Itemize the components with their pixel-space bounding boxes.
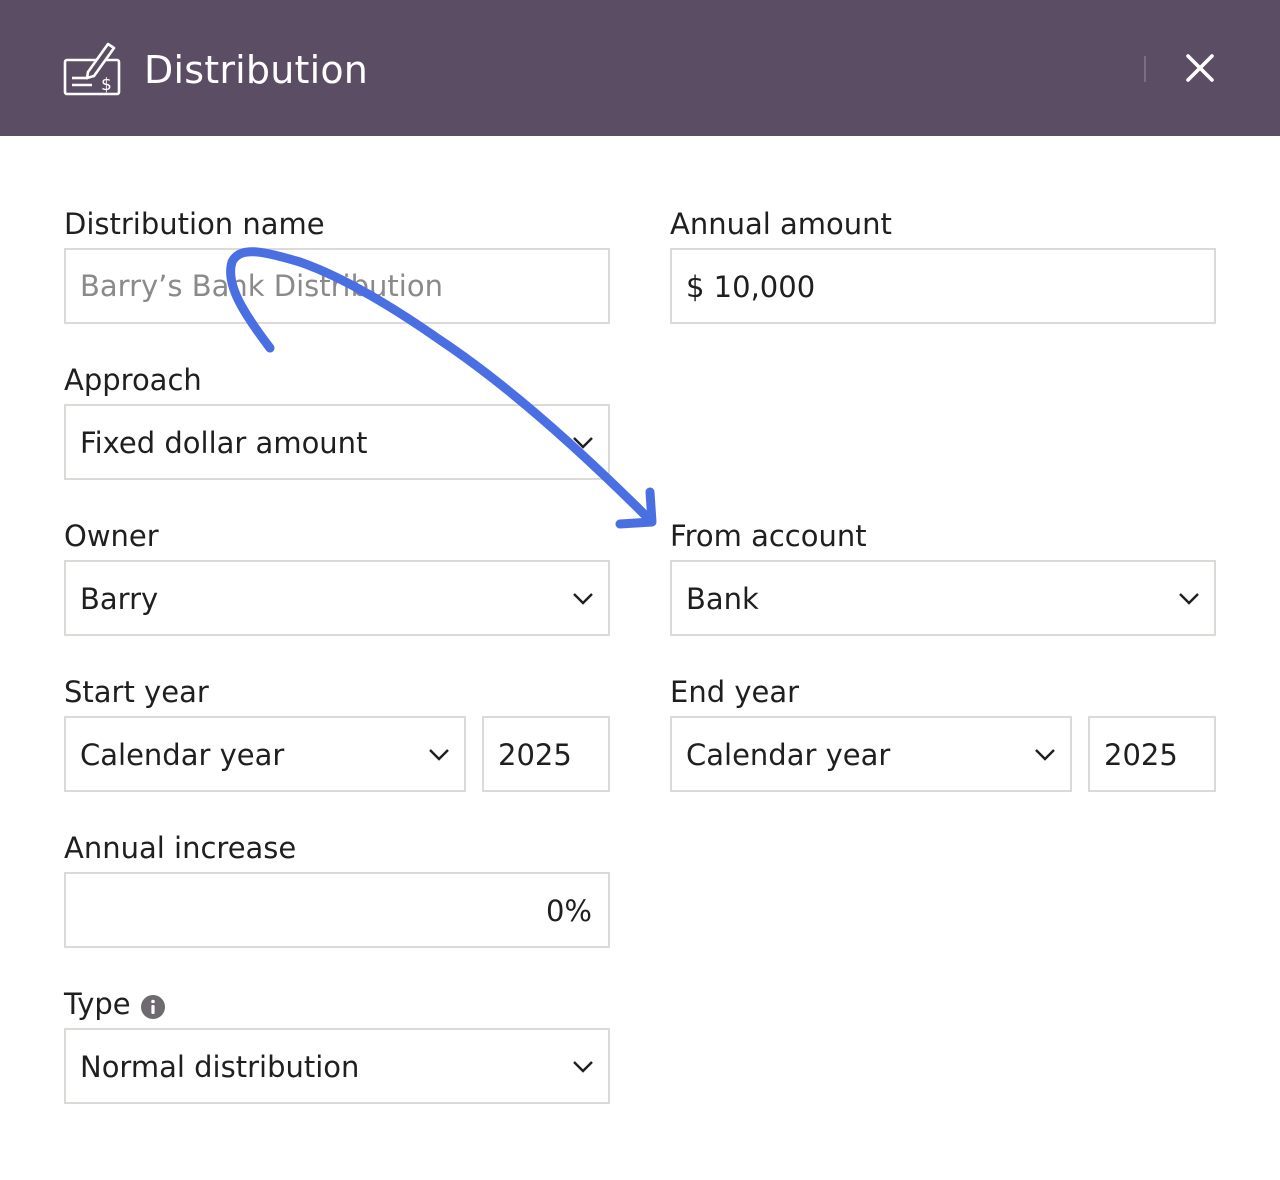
from-account-value: Bank (686, 582, 759, 616)
from-account-label: From account (670, 519, 867, 553)
header-divider (1144, 56, 1146, 82)
distribution-name-field[interactable] (64, 248, 610, 324)
start-year-label: Start year (64, 675, 209, 709)
close-icon[interactable] (1180, 48, 1220, 88)
dialog-header: $ Distribution (0, 0, 1280, 136)
distribution-name-input[interactable] (80, 250, 580, 322)
distribution-name-label: Distribution name (64, 207, 325, 241)
type-label: Type (64, 987, 131, 1021)
end-year-mode-select[interactable]: Calendar year (670, 716, 1072, 792)
start-year-input[interactable]: 2025 (482, 716, 610, 792)
check-payment-icon: $ (63, 42, 121, 96)
chevron-down-icon (1179, 593, 1199, 605)
end-year-input[interactable]: 2025 (1088, 716, 1216, 792)
owner-select[interactable]: Barry (64, 560, 610, 636)
start-year-mode-select[interactable]: Calendar year (64, 716, 466, 792)
annual-increase-value: 0% (545, 894, 592, 928)
end-year-mode-value: Calendar year (686, 738, 891, 772)
chevron-down-icon (573, 437, 593, 449)
dialog-title: Distribution (144, 48, 369, 92)
chevron-down-icon (429, 749, 449, 761)
start-year-mode-value: Calendar year (80, 738, 285, 772)
annual-amount-label: Annual amount (670, 207, 892, 241)
chevron-down-icon (573, 593, 593, 605)
annual-increase-label: Annual increase (64, 831, 297, 865)
owner-label: Owner (64, 519, 159, 553)
svg-text:$: $ (101, 75, 112, 95)
annual-amount-value: $ 10,000 (686, 270, 816, 304)
type-value: Normal distribution (80, 1050, 360, 1084)
annual-increase-input[interactable]: 0% (64, 872, 610, 948)
end-year-value: 2025 (1104, 738, 1178, 772)
approach-select[interactable]: Fixed dollar amount (64, 404, 610, 480)
approach-value: Fixed dollar amount (80, 426, 368, 460)
start-year-value: 2025 (498, 738, 572, 772)
type-select[interactable]: Normal distribution (64, 1028, 610, 1104)
info-icon[interactable] (141, 995, 165, 1019)
approach-label: Approach (64, 363, 202, 397)
owner-value: Barry (80, 582, 159, 616)
from-account-select[interactable]: Bank (670, 560, 1216, 636)
end-year-label: End year (670, 675, 800, 709)
annual-amount-field[interactable]: $ 10,000 (670, 248, 1216, 324)
chevron-down-icon (573, 1061, 593, 1073)
chevron-down-icon (1035, 749, 1055, 761)
